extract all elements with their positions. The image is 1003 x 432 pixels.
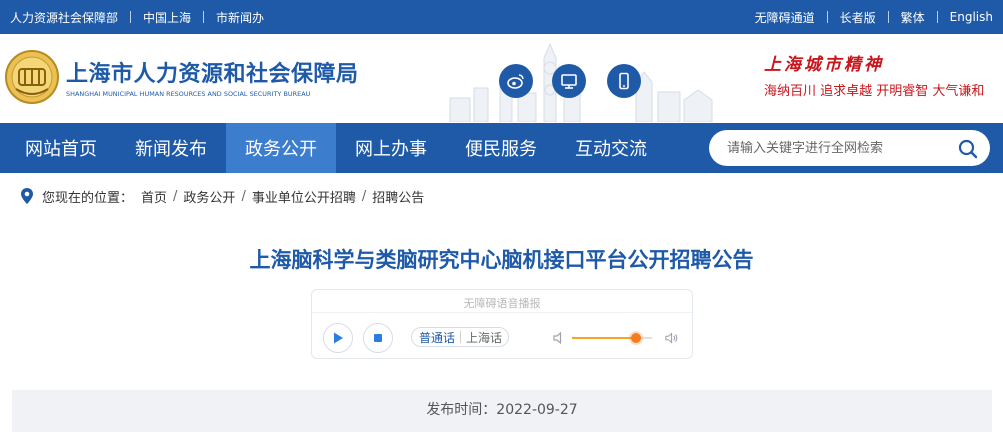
nav-public-services[interactable]: 便民服务 [446,123,556,173]
volume-fill [572,337,636,339]
link-accessibility[interactable]: 无障碍通道 [755,9,815,26]
player-label: 无障碍语音播报 [463,297,541,310]
mandarin-option[interactable]: 普通话 [412,329,455,346]
stop-button[interactable] [363,323,393,353]
play-icon [334,332,343,344]
dialect-toggle: 普通话 上海话 [411,327,509,347]
audio-player: 无障碍语音播报 普通话 上海话 [311,289,693,359]
breadcrumb-label: 您现在的位置： [42,190,134,206]
publish-date: 发布时间：2022-09-27 [426,402,578,418]
breadcrumb-separator: / [361,188,367,204]
weibo-button[interactable] [499,64,533,98]
divider [460,331,462,343]
link-press-office[interactable]: 市新闻办 [216,9,264,26]
breadcrumb-separator: / [241,188,246,204]
divider [130,11,132,23]
search-box [709,130,990,166]
shanghainese-option[interactable]: 上海话 [466,329,502,346]
top-utility-bar: 人力资源社会保障部 中国上海 市新闻办 无障碍通道 长者版 繁体 English [0,0,1003,34]
nav-online-services[interactable]: 网上办事 [336,123,446,173]
search-input[interactable] [727,138,947,158]
divider [936,11,938,23]
nav-news[interactable]: 新闻发布 [116,123,226,173]
link-traditional-chinese[interactable]: 繁体 [901,9,925,26]
article-title: 上海脑科学与类脑研究中心脑机接口平台公开招聘公告 [249,248,754,272]
stop-icon [374,334,382,342]
breadcrumb-separator: / [173,188,178,204]
breadcrumb: 您现在的位置： 首页 / 政务公开 / 事业单位公开招聘 / 招聘公告 [20,186,424,206]
play-button[interactable] [323,323,353,353]
link-english[interactable]: English [950,10,993,24]
search-icon[interactable] [956,137,980,161]
link-mohrss[interactable]: 人力资源社会保障部 [10,9,118,26]
divider [826,11,828,23]
mobile-icon [619,72,629,90]
breadcrumb-recruitment[interactable]: 事业单位公开招聘 [252,187,356,206]
volume-high-icon[interactable] [665,331,679,345]
divider [312,312,692,313]
main-nav: 网站首页 新闻发布 政务公开 网上办事 便民服务 互动交流 [0,123,1003,173]
divider [887,11,889,23]
monitor-icon [561,74,577,89]
site-title-cn[interactable]: 上海市人力资源和社会保障局 [66,56,359,88]
nav-home[interactable]: 网站首页 [6,123,116,173]
top-links-left: 人力资源社会保障部 中国上海 市新闻办 [10,0,264,34]
location-pin-icon [21,188,33,204]
volume-knob[interactable] [631,333,641,343]
nav-government-affairs[interactable]: 政务公开 [226,123,336,173]
breadcrumb-home[interactable]: 首页 [141,187,167,206]
breadcrumb-government-affairs[interactable]: 政务公开 [183,187,235,206]
nav-interaction[interactable]: 互动交流 [556,123,666,173]
city-spirit-words: 海纳百川 追求卓越 开明睿智 大气谦和 [764,84,985,99]
link-elderly-version[interactable]: 长者版 [840,9,876,26]
volume-low-icon[interactable] [552,331,566,345]
publish-info-bar: 发布时间：2022-09-27 [12,390,992,432]
top-links-right: 无障碍通道 长者版 繁体 English [755,0,993,34]
mobile-button[interactable] [607,64,641,98]
volume-slider[interactable] [572,333,652,343]
site-title-en: SHANGHAI MUNICIPAL HUMAN RESOURCES AND S… [66,90,311,98]
bureau-emblem-icon[interactable] [4,49,60,105]
breadcrumb-announcement[interactable]: 招聘公告 [372,187,424,206]
website-button[interactable] [552,64,586,98]
site-header: 上海市人力资源和社会保障局 SHANGHAI MUNICIPAL HUMAN R… [0,34,1003,123]
link-china-shanghai[interactable]: 中国上海 [143,9,191,26]
city-spirit-title: 上海城市精神 [764,55,884,75]
weibo-icon [507,74,524,89]
divider [203,11,205,23]
